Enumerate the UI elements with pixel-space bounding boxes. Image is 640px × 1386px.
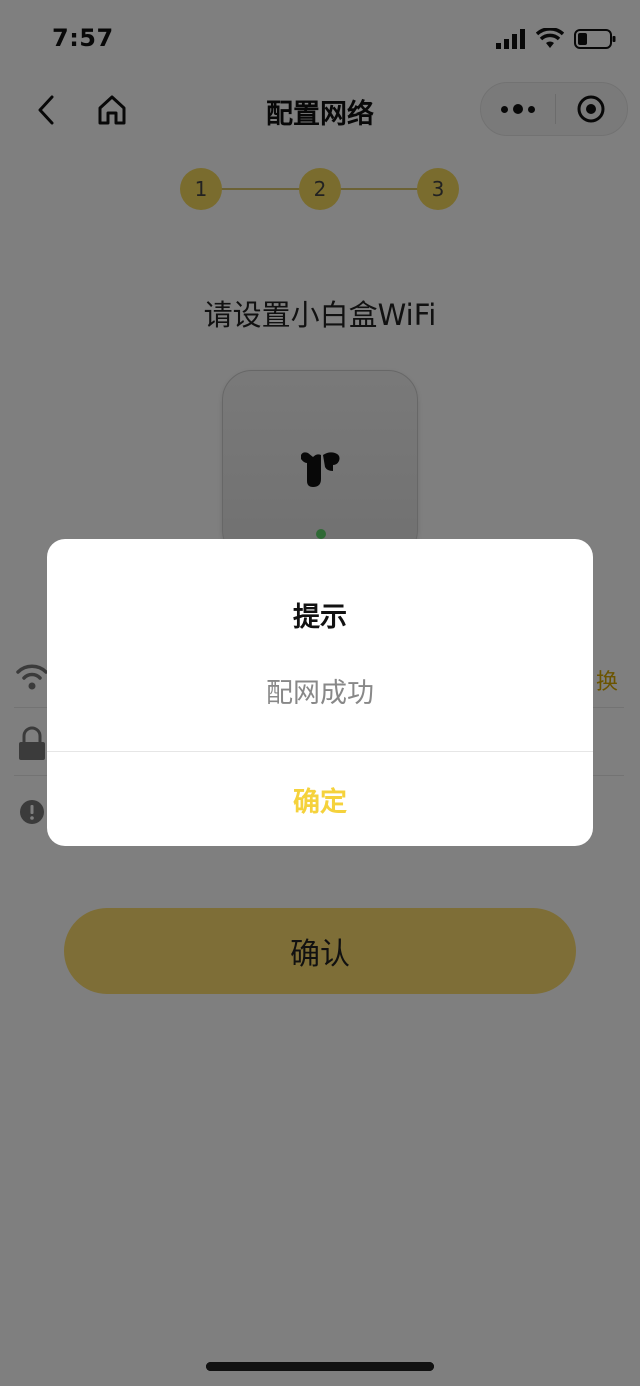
home-indicator-overlay (206, 1362, 434, 1371)
dialog-title: 提示 (293, 602, 347, 633)
dialog-ok-button[interactable]: 确定 (47, 752, 593, 846)
page: 7:57 (0, 0, 640, 1386)
dialog-message: 配网成功 (266, 678, 374, 709)
alert-dialog: 提示 配网成功 确定 (47, 539, 593, 846)
